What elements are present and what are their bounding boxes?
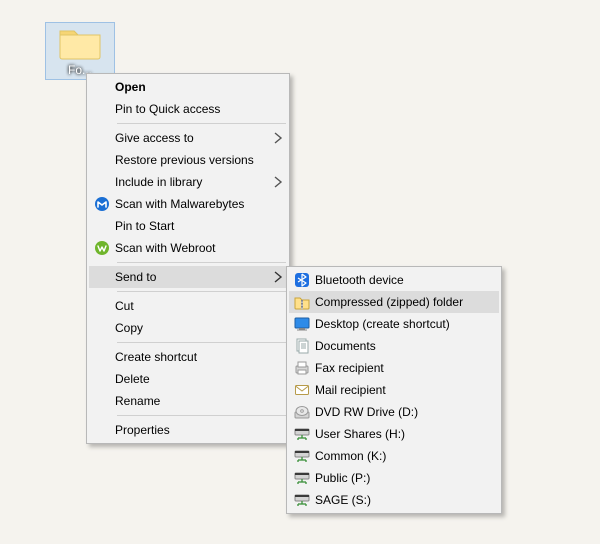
menu-item-give-access-to[interactable]: Give access to	[89, 127, 287, 149]
submenu-arrow-icon	[269, 174, 287, 190]
menu-item-rename[interactable]: Rename	[89, 390, 287, 412]
menu-item-compressed-folder[interactable]: Compressed (zipped) folder	[289, 291, 499, 313]
menu-item-label: Copy	[115, 321, 269, 335]
send-to-submenu: Bluetooth device Compressed (zipped) fol…	[286, 266, 502, 514]
menu-item-dvd-rw[interactable]: DVD RW Drive (D:)	[289, 401, 499, 423]
menu-item-mail[interactable]: Mail recipient	[289, 379, 499, 401]
menu-item-pin-quick-access[interactable]: Pin to Quick access	[89, 98, 287, 120]
submenu-arrow-icon	[269, 269, 287, 285]
context-menu: Open Pin to Quick access Give access to …	[86, 73, 290, 444]
menu-item-include-in-library[interactable]: Include in library	[89, 171, 287, 193]
menu-item-cut[interactable]: Cut	[89, 295, 287, 317]
menu-item-bluetooth[interactable]: Bluetooth device	[289, 269, 499, 291]
menu-item-label: Scan with Webroot	[115, 241, 269, 255]
menu-item-scan-malwarebytes[interactable]: Scan with Malwarebytes	[89, 193, 287, 215]
menu-item-label: Common (K:)	[315, 449, 481, 463]
menu-item-label: Fax recipient	[315, 361, 481, 375]
webroot-icon	[89, 240, 115, 256]
menu-item-pin-to-start[interactable]: Pin to Start	[89, 215, 287, 237]
menu-item-properties[interactable]: Properties	[89, 419, 287, 441]
menu-item-scan-webroot[interactable]: Scan with Webroot	[89, 237, 287, 259]
menu-item-label: Create shortcut	[115, 350, 269, 364]
submenu-arrow-icon	[269, 130, 287, 146]
network-drive-icon	[289, 448, 315, 464]
menu-item-label: Documents	[315, 339, 481, 353]
menu-item-label: Compressed (zipped) folder	[315, 295, 481, 309]
menu-item-label: Cut	[115, 299, 269, 313]
menu-item-label: DVD RW Drive (D:)	[315, 405, 481, 419]
menu-item-label: Bluetooth device	[315, 273, 481, 287]
menu-item-desktop-shortcut[interactable]: Desktop (create shortcut)	[289, 313, 499, 335]
menu-item-fax[interactable]: Fax recipient	[289, 357, 499, 379]
menu-item-sage[interactable]: SAGE (S:)	[289, 489, 499, 511]
menu-item-send-to[interactable]: Send to	[89, 266, 287, 288]
menu-item-label: SAGE (S:)	[315, 493, 481, 507]
menu-item-common[interactable]: Common (K:)	[289, 445, 499, 467]
menu-item-label: Rename	[115, 394, 269, 408]
menu-item-label: User Shares (H:)	[315, 427, 481, 441]
menu-separator	[117, 415, 286, 416]
menu-item-label: Properties	[115, 423, 269, 437]
menu-item-label: Scan with Malwarebytes	[115, 197, 269, 211]
folder-icon	[48, 25, 112, 61]
menu-item-public[interactable]: Public (P:)	[289, 467, 499, 489]
fax-icon	[289, 360, 315, 376]
menu-item-label: Send to	[115, 270, 269, 284]
menu-separator	[117, 342, 286, 343]
menu-item-documents[interactable]: Documents	[289, 335, 499, 357]
menu-item-label: Give access to	[115, 131, 269, 145]
menu-item-open[interactable]: Open	[89, 76, 287, 98]
desktop-icon	[289, 316, 315, 332]
menu-item-label: Public (P:)	[315, 471, 481, 485]
menu-separator	[117, 291, 286, 292]
menu-separator	[117, 262, 286, 263]
menu-item-restore-previous[interactable]: Restore previous versions	[89, 149, 287, 171]
network-drive-icon	[289, 426, 315, 442]
mail-icon	[289, 382, 315, 398]
menu-item-user-shares[interactable]: User Shares (H:)	[289, 423, 499, 445]
menu-item-label: Pin to Start	[115, 219, 269, 233]
menu-item-label: Pin to Quick access	[115, 102, 269, 116]
menu-item-delete[interactable]: Delete	[89, 368, 287, 390]
network-drive-icon	[289, 470, 315, 486]
menu-separator	[117, 123, 286, 124]
network-drive-icon	[289, 492, 315, 508]
desktop-folder-selected[interactable]: Fo...	[45, 22, 115, 80]
menu-item-label: Open	[115, 80, 269, 94]
menu-item-create-shortcut[interactable]: Create shortcut	[89, 346, 287, 368]
malwarebytes-icon	[89, 196, 115, 212]
menu-item-label: Delete	[115, 372, 269, 386]
documents-icon	[289, 338, 315, 354]
menu-item-label: Mail recipient	[315, 383, 481, 397]
zip-folder-icon	[289, 294, 315, 310]
dvd-drive-icon	[289, 404, 315, 420]
bluetooth-icon	[289, 272, 315, 288]
menu-item-label: Restore previous versions	[115, 153, 269, 167]
menu-item-copy[interactable]: Copy	[89, 317, 287, 339]
menu-item-label: Include in library	[115, 175, 269, 189]
menu-item-label: Desktop (create shortcut)	[315, 317, 481, 331]
